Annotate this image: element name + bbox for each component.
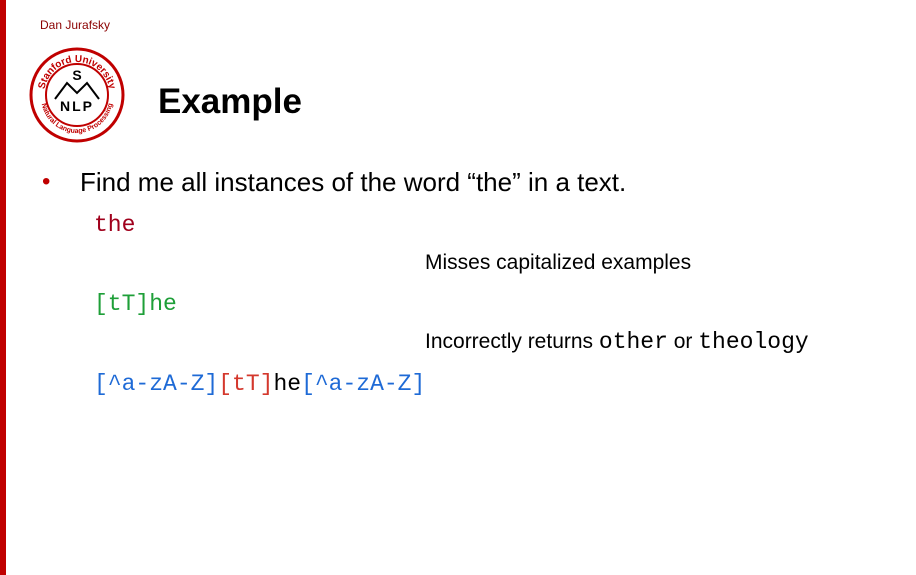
pattern-full: [^a-zA-Z][tT]he[^a-zA-Z] bbox=[94, 371, 425, 397]
left-accent-bar bbox=[0, 0, 6, 575]
pattern-full-part2: [tT] bbox=[218, 371, 274, 397]
pattern-full-part4: [^a-zA-Z] bbox=[301, 371, 426, 397]
pattern-full-part1: [^a-zA-Z] bbox=[94, 371, 219, 397]
note-misses-capitalized: Misses capitalized examples bbox=[425, 251, 692, 274]
bullet-text: Find me all instances of the word “the” … bbox=[80, 167, 627, 197]
author-label: Dan Jurafsky bbox=[40, 18, 111, 32]
slide-title: Example bbox=[158, 82, 302, 121]
note2-word-theology: theology bbox=[698, 329, 809, 355]
note2-word-other: other bbox=[598, 329, 668, 355]
note-incorrectly-returns: Incorrectly returns other or theology bbox=[425, 329, 809, 355]
stanford-nlp-logo: Stanford University Natural Language Pro… bbox=[29, 47, 125, 143]
pattern-full-part3: he bbox=[273, 371, 302, 397]
note2-mid: or bbox=[667, 330, 699, 353]
logo-s-letter: S bbox=[72, 67, 81, 83]
pattern-tT-he: [tT]he bbox=[94, 291, 177, 317]
note2-prefix: Incorrectly returns bbox=[425, 330, 599, 353]
logo-nlp-text: NLP bbox=[60, 98, 94, 114]
bullet-marker: • bbox=[42, 168, 51, 195]
pattern-the: the bbox=[94, 212, 136, 238]
